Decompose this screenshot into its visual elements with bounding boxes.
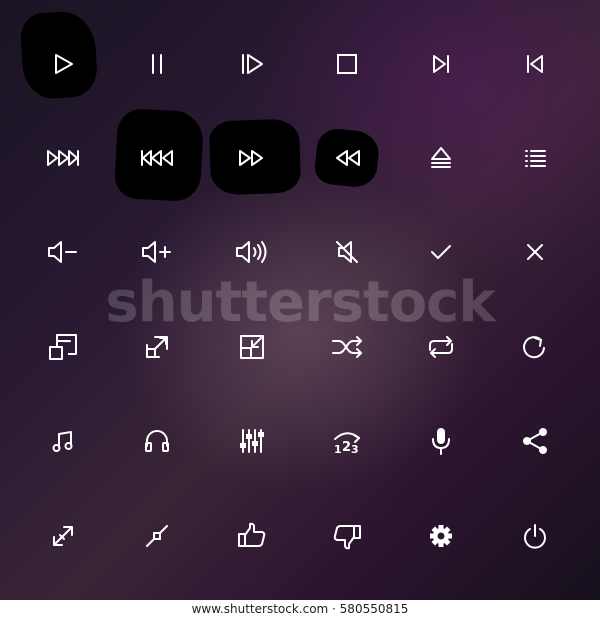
mute-icon [317,222,377,282]
collapse-diagonal-icon [222,317,282,377]
repeat-icon [411,317,471,377]
thumbs-up-icon [222,506,282,566]
eject-icon [411,128,471,188]
rewind-icon [317,128,377,188]
volume-loud-icon [222,222,282,282]
pause-icon [127,34,187,94]
share-icon [505,411,565,471]
close-icon [505,222,565,282]
svg-text:1: 1 [334,443,342,456]
headphones-icon [127,411,187,471]
checkmark-icon [411,222,471,282]
fast-forward-icon [222,128,282,188]
expand-diagonal-icon [127,317,187,377]
refresh-icon [505,317,565,377]
volume-up-icon [127,222,187,282]
step-play-icon [222,34,282,94]
volume-down-icon [33,222,93,282]
equalizer-icon [222,411,282,471]
shrink-arrows-icon [127,506,187,566]
skip-previous-icon [505,34,565,94]
expand-arrows-icon [33,506,93,566]
icon-sheet-canvas: 1 2 3 shutterstock [0,0,600,600]
fast-forward-end-icon [33,128,93,188]
microphone-icon [411,411,471,471]
svg-text:2: 2 [342,440,351,455]
track-order-icon: 1 2 3 [317,411,377,471]
shrink-windows-icon [33,317,93,377]
svg-text:3: 3 [351,443,359,456]
footer-bar: www.shutterstock.com · 580550815 [0,600,600,620]
rewind-start-icon [127,128,187,188]
shuffle-icon [317,317,377,377]
playlist-icon [505,128,565,188]
footer-text: www.shutterstock.com · 580550815 [191,602,409,616]
stop-icon [317,34,377,94]
settings-gear-icon [411,506,471,566]
music-note-icon [33,411,93,471]
thumbs-down-icon [317,506,377,566]
skip-next-icon [411,34,471,94]
play-icon [33,34,93,94]
power-icon [505,506,565,566]
